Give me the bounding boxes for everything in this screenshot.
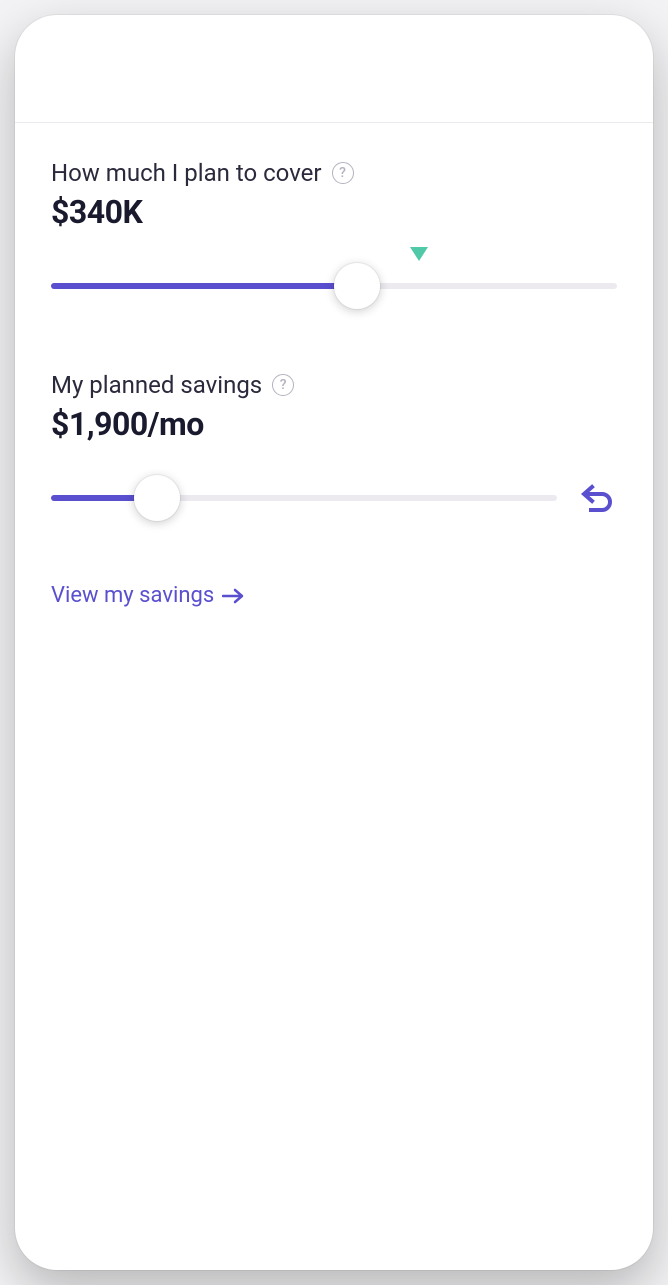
coverage-section: How much I plan to cover ? $340K <box>51 159 617 311</box>
coverage-value: $340K <box>51 193 617 231</box>
view-savings-link[interactable]: View my savings <box>51 583 617 608</box>
slider-thumb[interactable] <box>134 475 180 521</box>
savings-value: $1,900/mo <box>51 405 617 443</box>
savings-section: My planned savings ? $1,900/mo <box>51 371 617 523</box>
savings-slider[interactable] <box>51 473 557 523</box>
link-text: View my savings <box>51 583 214 608</box>
content-area: How much I plan to cover ? $340K My plan… <box>15 123 653 608</box>
coverage-label: How much I plan to cover <box>51 159 322 187</box>
undo-icon <box>580 483 614 513</box>
coverage-label-row: How much I plan to cover ? <box>51 159 617 187</box>
slider-fill <box>51 283 357 289</box>
undo-button[interactable] <box>577 478 617 518</box>
savings-label-row: My planned savings ? <box>51 371 617 399</box>
savings-label: My planned savings <box>51 371 262 399</box>
help-icon[interactable]: ? <box>272 374 294 396</box>
slider-thumb[interactable] <box>334 263 380 309</box>
arrow-right-icon <box>222 588 244 604</box>
help-icon[interactable]: ? <box>332 162 354 184</box>
coverage-slider[interactable] <box>51 261 617 311</box>
slider-marker-icon <box>410 247 428 261</box>
savings-slider-wrapper <box>51 473 617 523</box>
phone-frame: How much I plan to cover ? $340K My plan… <box>15 15 653 1270</box>
header-space <box>15 15 653 123</box>
coverage-slider-wrapper <box>51 261 617 311</box>
